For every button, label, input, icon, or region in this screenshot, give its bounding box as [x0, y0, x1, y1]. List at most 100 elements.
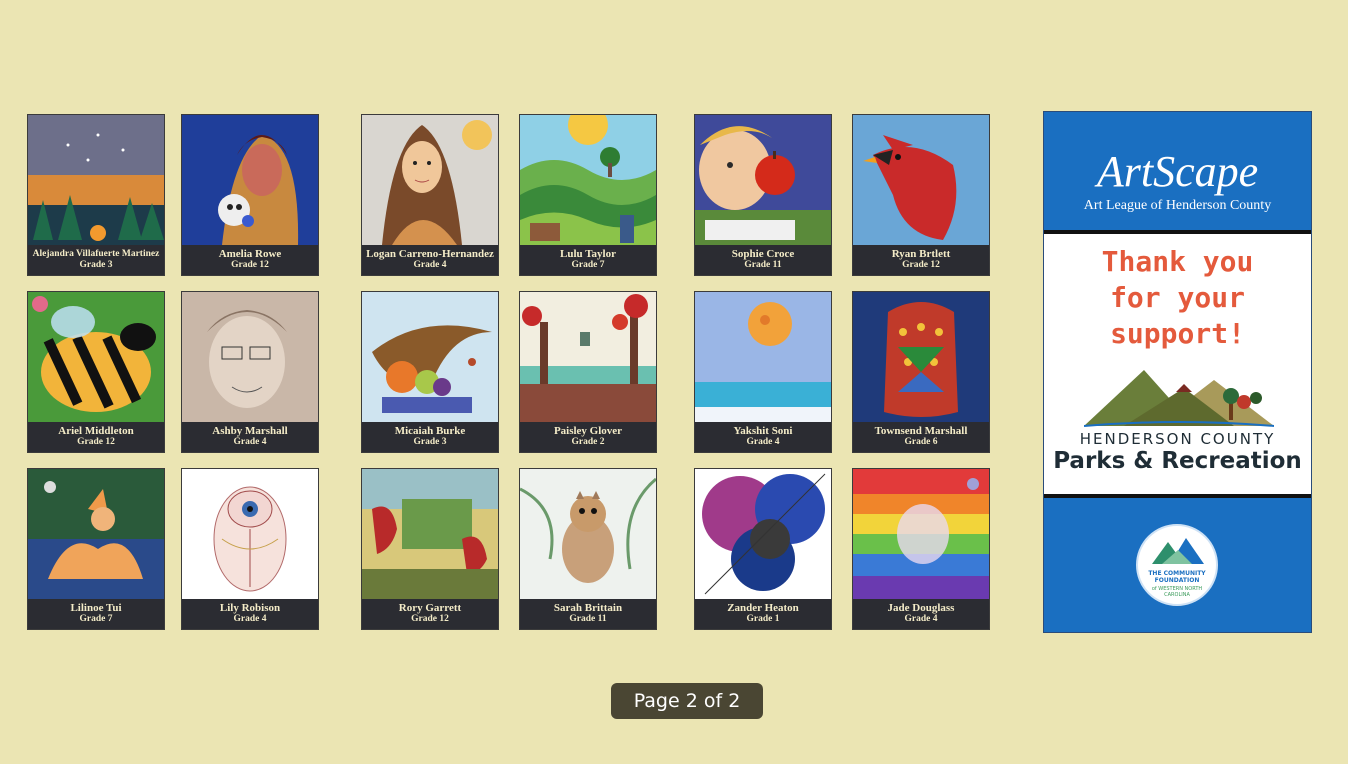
artwork-card[interactable]: Townsend Marshall Grade 6: [852, 291, 990, 453]
artwork-caption: Jade Douglass Grade 4: [853, 598, 989, 629]
artist-name: Amelia Rowe: [218, 248, 282, 260]
artwork-card[interactable]: Lilinoe Tui Grade 7: [27, 468, 165, 630]
artwork-caption: Logan Carreno-Hernandez Grade 4: [362, 244, 498, 275]
org-name-line-1: HENDERSON COUNTY: [1079, 430, 1276, 448]
artwork-card[interactable]: Sophie Croce Grade 11: [694, 114, 832, 276]
artwork-caption: Ariel Middleton Grade 12: [28, 421, 164, 452]
badge-line-2: FOUNDATION: [1154, 577, 1200, 584]
artwork-image[interactable]: [520, 469, 656, 599]
artwork-image[interactable]: [182, 292, 318, 422]
artist-name: Yakshit Soni: [733, 425, 793, 437]
artwork-card[interactable]: Logan Carreno-Hernandez Grade 4: [361, 114, 499, 276]
artist-name: Rory Garrett: [398, 602, 462, 614]
artwork-card[interactable]: Amelia Rowe Grade 12: [181, 114, 319, 276]
foundation-region: of WESTERN NORTH CAROLINA: [1138, 586, 1216, 598]
community-foundation-badge: THE COMMUNITY FOUNDATION of WESTERN NORT…: [1136, 524, 1218, 606]
artwork-caption: Yakshit Soni Grade 4: [695, 421, 831, 452]
artist-name: Micaiah Burke: [394, 425, 466, 437]
foundation-section: THE COMMUNITY FOUNDATION of WESTERN NORT…: [1044, 498, 1311, 632]
artist-grade: Grade 6: [904, 437, 938, 447]
artwork-caption: Lulu Taylor Grade 7: [520, 244, 656, 275]
badge-line-1: THE COMMUNITY: [1148, 570, 1206, 577]
artwork-image[interactable]: [520, 115, 656, 245]
artwork-card[interactable]: Alejandra Villafuerte Martinez Grade 3: [27, 114, 165, 276]
artwork-image[interactable]: [362, 469, 498, 599]
artwork-caption: Rory Garrett Grade 12: [362, 598, 498, 629]
artwork-image[interactable]: [28, 469, 164, 599]
foundation-name: THE COMMUNITY FOUNDATION: [1138, 570, 1216, 584]
thanks-line-1: Thank you: [1101, 245, 1254, 278]
artwork-image[interactable]: [695, 115, 831, 245]
thanks-line-2: for your: [1110, 281, 1245, 314]
artist-grade: Grade 4: [746, 437, 780, 447]
artist-name: Ryan Brtlett: [891, 248, 951, 260]
artist-grade: Grade 12: [77, 437, 115, 447]
artwork-image[interactable]: [28, 292, 164, 422]
mountains-logo-icon: [1084, 370, 1274, 427]
artwork-caption: Sarah Brittain Grade 11: [520, 598, 656, 629]
artwork-card[interactable]: Zander Heaton Grade 1: [694, 468, 832, 630]
artwork-image[interactable]: [695, 292, 831, 422]
artist-grade: Grade 11: [744, 260, 782, 270]
artist-grade: Grade 3: [79, 260, 113, 270]
artist-name: Logan Carreno-Hernandez: [366, 248, 494, 260]
artwork-image[interactable]: [853, 292, 989, 422]
artist-name: Zander Heaton: [727, 602, 799, 614]
artwork-caption: Lilinoe Tui Grade 7: [28, 598, 164, 629]
artwork-image[interactable]: [520, 292, 656, 422]
thank-you-message: Thank you for your support!: [1044, 244, 1311, 352]
artwork-caption: Sophie Croce Grade 11: [695, 244, 831, 275]
artscape-header: ArtScape Art League of Henderson County: [1044, 112, 1311, 227]
artwork-image[interactable]: [853, 469, 989, 599]
artwork-caption: Alejandra Villafuerte Martinez Grade 3: [28, 244, 164, 275]
thanks-line-3: support!: [1110, 317, 1245, 350]
artist-grade: Grade 7: [571, 260, 605, 270]
thank-you-section: Thank you for your support! HENDERSON CO…: [1044, 230, 1311, 498]
artwork-image[interactable]: [362, 292, 498, 422]
artwork-card[interactable]: Paisley Glover Grade 2: [519, 291, 657, 453]
artwork-card[interactable]: Ryan Brtlett Grade 12: [852, 114, 990, 276]
artwork-caption: Ashby Marshall Grade 4: [182, 421, 318, 452]
artist-grade: Grade 12: [411, 614, 449, 624]
artist-name: Sarah Brittain: [553, 602, 623, 614]
artwork-caption: Amelia Rowe Grade 12: [182, 244, 318, 275]
artwork-image[interactable]: [853, 115, 989, 245]
artwork-caption: Micaiah Burke Grade 3: [362, 421, 498, 452]
artist-name: Townsend Marshall: [874, 425, 968, 437]
foundation-mountains-icon: [1152, 538, 1204, 564]
sponsor-panel[interactable]: ArtScape Art League of Henderson County …: [1043, 111, 1312, 633]
artwork-card[interactable]: Rory Garrett Grade 12: [361, 468, 499, 630]
artist-name: Alejandra Villafuerte Martinez: [32, 249, 160, 259]
artist-grade: Grade 4: [233, 437, 267, 447]
artist-name: Jade Douglass: [887, 602, 955, 614]
artwork-card[interactable]: Ashby Marshall Grade 4: [181, 291, 319, 453]
artwork-caption: Townsend Marshall Grade 6: [853, 421, 989, 452]
artist-name: Lily Robison: [219, 602, 281, 614]
artwork-image[interactable]: [182, 469, 318, 599]
artwork-image[interactable]: [695, 469, 831, 599]
artwork-card[interactable]: Ariel Middleton Grade 12: [27, 291, 165, 453]
artwork-caption: Lily Robison Grade 4: [182, 598, 318, 629]
artist-name: Lulu Taylor: [560, 248, 616, 260]
artist-grade: Grade 4: [233, 614, 267, 624]
artwork-image[interactable]: [182, 115, 318, 245]
artist-grade: Grade 1: [746, 614, 780, 624]
page-indicator[interactable]: Page 2 of 2: [611, 683, 763, 719]
artist-grade: Grade 2: [571, 437, 605, 447]
artscape-logo: ArtScape: [1096, 147, 1259, 196]
artwork-card[interactable]: Yakshit Soni Grade 4: [694, 291, 832, 453]
artist-grade: Grade 4: [413, 260, 447, 270]
artscape-subtitle: Art League of Henderson County: [1083, 198, 1272, 213]
artwork-card[interactable]: Lulu Taylor Grade 7: [519, 114, 657, 276]
artwork-image[interactable]: [362, 115, 498, 245]
artist-name: Sophie Croce: [731, 248, 795, 260]
artwork-card[interactable]: Sarah Brittain Grade 11: [519, 468, 657, 630]
artwork-caption: Ryan Brtlett Grade 12: [853, 244, 989, 275]
org-name-line-2: Parks & Recreation: [1053, 448, 1302, 474]
artist-grade: Grade 4: [904, 614, 938, 624]
artwork-card[interactable]: Lily Robison Grade 4: [181, 468, 319, 630]
artist-name: Paisley Glover: [553, 425, 623, 437]
artwork-card[interactable]: Micaiah Burke Grade 3: [361, 291, 499, 453]
artwork-card[interactable]: Jade Douglass Grade 4: [852, 468, 990, 630]
artwork-image[interactable]: [28, 115, 164, 245]
